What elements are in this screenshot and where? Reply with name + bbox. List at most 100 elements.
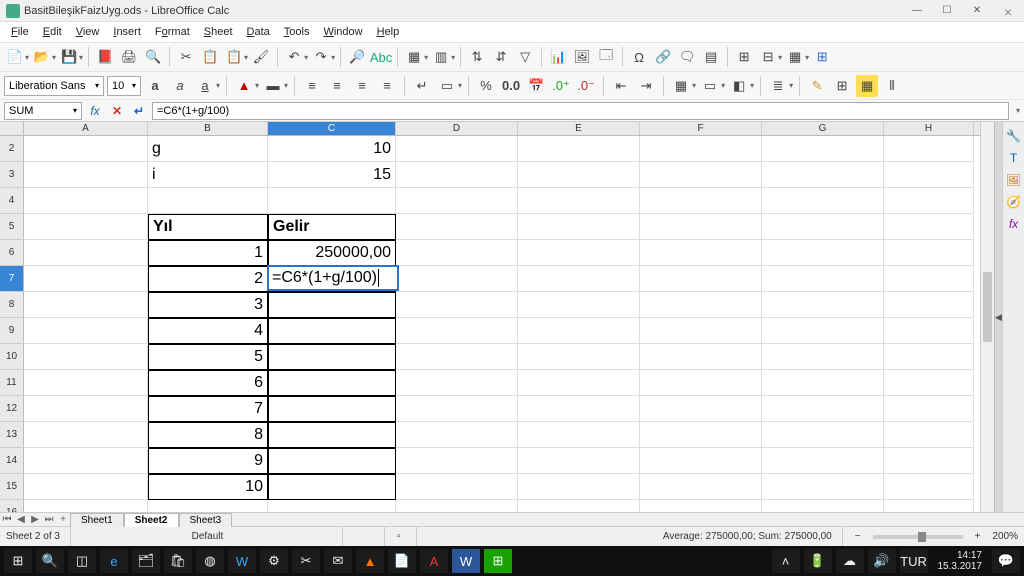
row-header-4[interactable]: 4 xyxy=(0,188,24,214)
align-left-icon[interactable]: ≡ xyxy=(301,75,323,97)
copy-icon[interactable]: 📋 xyxy=(199,46,221,68)
cell-H6[interactable] xyxy=(884,240,974,266)
accept-formula-icon[interactable]: ↵ xyxy=(130,102,148,120)
paste-icon[interactable]: 📋 xyxy=(223,46,245,68)
comment-icon[interactable]: 🗨 xyxy=(676,46,698,68)
col-header-E[interactable]: E xyxy=(518,122,640,135)
tab-prev-icon[interactable]: ◀ xyxy=(14,514,28,525)
col-icon[interactable]: ▥ xyxy=(430,46,452,68)
edge-icon[interactable]: e xyxy=(100,549,128,573)
window-icon[interactable]: ▦ xyxy=(784,46,806,68)
status-selection-mode[interactable]: ▫ xyxy=(397,527,417,546)
cell-H16[interactable] xyxy=(884,500,974,512)
align-right-icon[interactable]: ≡ xyxy=(351,75,373,97)
menu-window[interactable]: Window xyxy=(316,24,369,40)
image-icon[interactable]: 🖼 xyxy=(571,46,593,68)
cell-D2[interactable] xyxy=(396,136,518,162)
cell-D4[interactable] xyxy=(396,188,518,214)
taskbar-clock[interactable]: 14:1715.3.2017 xyxy=(932,550,989,572)
cell-D8[interactable] xyxy=(396,292,518,318)
row-header-6[interactable]: 6 xyxy=(0,240,24,266)
cell-A15[interactable] xyxy=(24,474,148,500)
italic-icon[interactable]: a xyxy=(169,75,191,97)
cell-H9[interactable] xyxy=(884,318,974,344)
cell-F8[interactable] xyxy=(640,292,762,318)
cell-F4[interactable] xyxy=(640,188,762,214)
save-icon[interactable]: 💾 xyxy=(58,46,80,68)
cell-B4[interactable] xyxy=(148,188,268,214)
cell-G7[interactable] xyxy=(762,266,884,292)
menu-tools[interactable]: Tools xyxy=(277,24,317,40)
gallery-icon[interactable]: ⦀ xyxy=(881,75,903,97)
cell-B12[interactable]: 7 xyxy=(148,396,268,422)
search-icon[interactable]: 🔍 xyxy=(36,549,64,573)
cell-B9[interactable]: 4 xyxy=(148,318,268,344)
cell-E11[interactable] xyxy=(518,370,640,396)
cell-A14[interactable] xyxy=(24,448,148,474)
special-char-icon[interactable]: Ω xyxy=(628,46,650,68)
freeze-icon[interactable]: ⊞ xyxy=(733,46,755,68)
cell-G3[interactable] xyxy=(762,162,884,188)
cell-H4[interactable] xyxy=(884,188,974,214)
cell-F5[interactable] xyxy=(640,214,762,240)
calc-icon[interactable]: ⊞ xyxy=(484,549,512,573)
zoom-value[interactable]: 200% xyxy=(992,531,1018,542)
cell-C13[interactable] xyxy=(268,422,396,448)
cut-icon[interactable]: ✂ xyxy=(175,46,197,68)
cell-G11[interactable] xyxy=(762,370,884,396)
cell-F13[interactable] xyxy=(640,422,762,448)
cell-E3[interactable] xyxy=(518,162,640,188)
col-header-D[interactable]: D xyxy=(396,122,518,135)
row-header-11[interactable]: 11 xyxy=(0,370,24,396)
active-cell-editor[interactable]: =C6*(1+g/100) xyxy=(267,265,399,291)
cell-F7[interactable] xyxy=(640,266,762,292)
bold-icon[interactable]: a xyxy=(144,75,166,97)
cell-H5[interactable] xyxy=(884,214,974,240)
row-header-10[interactable]: 10 xyxy=(0,344,24,370)
cell-A5[interactable] xyxy=(24,214,148,240)
cell-F10[interactable] xyxy=(640,344,762,370)
open-icon[interactable]: 📂 xyxy=(31,46,53,68)
mail-icon[interactable]: ✉ xyxy=(324,549,352,573)
date-icon[interactable]: 📅 xyxy=(525,75,547,97)
name-box[interactable]: SUM▾ xyxy=(4,102,82,120)
spellcheck-icon[interactable]: Abc xyxy=(370,46,392,68)
cell-H10[interactable] xyxy=(884,344,974,370)
align-center-icon[interactable]: ≡ xyxy=(326,75,348,97)
spreadsheet-grid[interactable]: A B C D E F G H 2g103i1545YılGelir612500… xyxy=(0,122,994,512)
currency-icon[interactable]: % xyxy=(475,75,497,97)
tab-first-icon[interactable]: ⏮ xyxy=(0,514,14,525)
menu-file[interactable]: File xyxy=(4,24,36,40)
cell-A11[interactable] xyxy=(24,370,148,396)
cell-D13[interactable] xyxy=(396,422,518,448)
cell-A10[interactable] xyxy=(24,344,148,370)
cell-G16[interactable] xyxy=(762,500,884,512)
cell-D5[interactable] xyxy=(396,214,518,240)
menu-edit[interactable]: Edit xyxy=(36,24,69,40)
cell-A7[interactable] xyxy=(24,266,148,292)
vertical-scrollbar[interactable] xyxy=(980,122,994,512)
styles-panel-icon[interactable]: T xyxy=(1006,150,1022,166)
cell-C4[interactable] xyxy=(268,188,396,214)
cell-B8[interactable]: 3 xyxy=(148,292,268,318)
col-header-A[interactable]: A xyxy=(24,122,148,135)
row-header-12[interactable]: 12 xyxy=(0,396,24,422)
menu-sheet[interactable]: Sheet xyxy=(197,24,240,40)
cell-C12[interactable] xyxy=(268,396,396,422)
row-header-3[interactable]: 3 xyxy=(0,162,24,188)
highlight-icon[interactable]: ▦ xyxy=(856,75,878,97)
cell-C14[interactable] xyxy=(268,448,396,474)
cell-F16[interactable] xyxy=(640,500,762,512)
cell-B5[interactable]: Yıl xyxy=(148,214,268,240)
pdf-icon[interactable]: 📕 xyxy=(94,46,116,68)
sort-asc-icon[interactable]: ⇅ xyxy=(466,46,488,68)
cell-H11[interactable] xyxy=(884,370,974,396)
tray-onedrive-icon[interactable]: ☁ xyxy=(836,549,864,573)
cell-D3[interactable] xyxy=(396,162,518,188)
notepad-icon[interactable]: 📄 xyxy=(388,549,416,573)
borders-icon[interactable]: ▦ xyxy=(670,75,692,97)
cell-C11[interactable] xyxy=(268,370,396,396)
functions-icon[interactable]: fx xyxy=(1006,216,1022,232)
cell-C16[interactable] xyxy=(268,500,396,512)
fx-icon[interactable]: fx xyxy=(86,102,104,120)
